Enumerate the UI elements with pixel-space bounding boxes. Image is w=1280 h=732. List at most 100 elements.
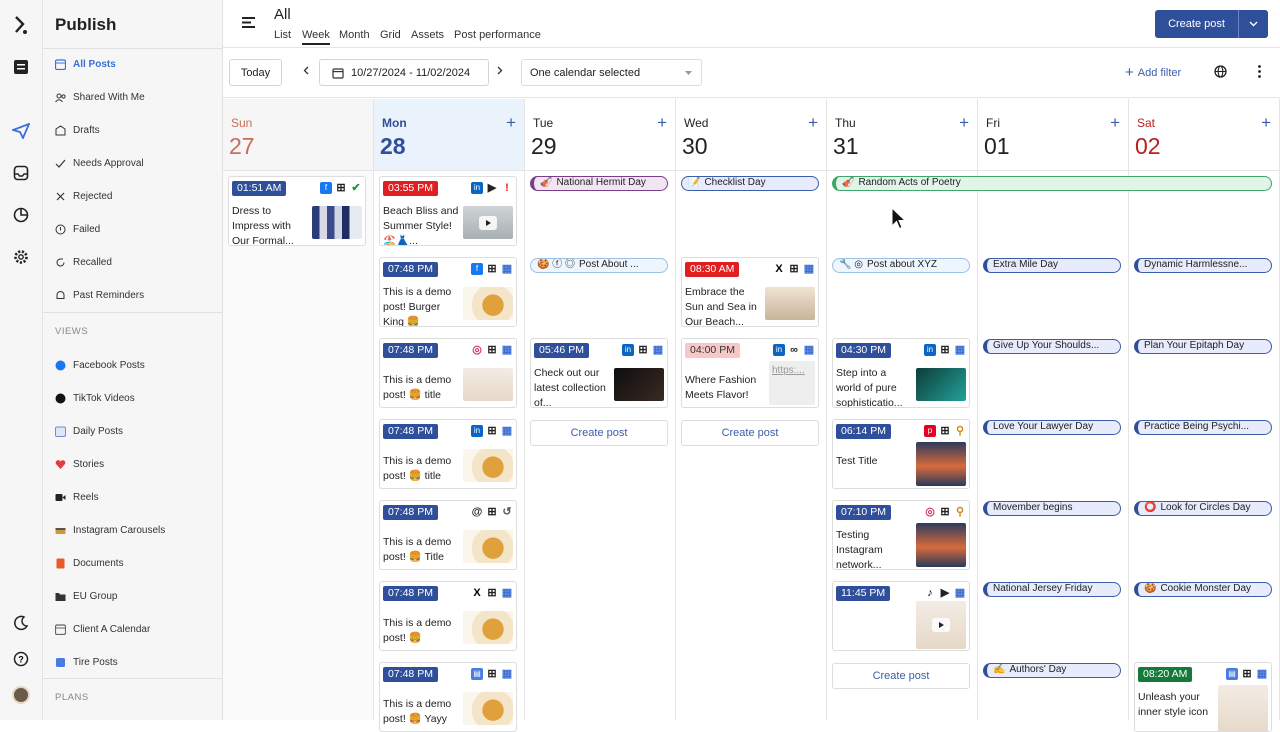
tab-month[interactable]: Month (339, 29, 370, 41)
add-post-icon[interactable]: + (506, 113, 516, 133)
create-post-button[interactable]: Create post (530, 420, 668, 446)
document-nav-icon[interactable] (10, 56, 32, 78)
post-card[interactable]: 07:48 PM ▤ ⊞ ▦ This is a demo post! 🍔 Yayy (379, 662, 517, 732)
post-time: 11:45 PM (836, 586, 891, 601)
more-options-icon[interactable] (1258, 65, 1261, 81)
date-range-picker[interactable]: 10/27/2024 - 11/02/2024 (319, 59, 489, 86)
settings-nav-icon[interactable] (10, 246, 32, 268)
post-card[interactable]: 04:30 PM in ⊞ ▦ Step into a world of pure so… (832, 338, 970, 408)
sidebar-item-drafts[interactable]: Drafts (55, 120, 215, 140)
day-column-wed[interactable]: Wed 30 + (676, 99, 827, 720)
create-post-menu-button[interactable] (1238, 10, 1268, 38)
event-pill[interactable]: Give Up Your Shoulds... (983, 339, 1121, 354)
event-label: Look for Circles Day (1160, 502, 1251, 513)
menu-icon[interactable] (242, 17, 255, 31)
event-pill[interactable]: 🔧 ◎ Post about XYZ (832, 258, 970, 273)
logo-icon[interactable] (10, 14, 32, 36)
create-post-button[interactable]: Create post (832, 663, 970, 689)
day-column-tue[interactable]: Tue 29 + (525, 99, 676, 720)
add-post-icon[interactable]: + (959, 113, 969, 133)
today-button[interactable]: Today (229, 59, 282, 86)
post-card[interactable]: 04:00 PM in ∞ ▦ Where Fashion Meets Flavor! h… (681, 338, 819, 408)
event-pill[interactable]: Extra Mile Day (983, 258, 1121, 273)
post-card[interactable]: 07:48 PM f ⊞ ▦ This is a demo post! Burger K… (379, 257, 517, 327)
reels-icon (55, 492, 66, 503)
dark-mode-icon[interactable] (10, 612, 32, 634)
event-pill[interactable]: National Jersey Friday (983, 582, 1121, 597)
event-pill[interactable]: ✍️ Authors' Day (983, 663, 1121, 678)
post-card[interactable]: 01:51 AM f ⊞ ✔ Dress to Impress with Our For… (228, 176, 366, 246)
event-pill[interactable]: Plan Your Epitaph Day (1134, 339, 1272, 354)
view-item-tiktok-videos[interactable]: TikTok Videos (55, 388, 215, 408)
sidebar-item-recalled[interactable]: Recalled (55, 252, 215, 272)
post-card[interactable]: 08:30 AM X ⊞ ▦ Embrace the Sun and Sea in Ou… (681, 257, 819, 327)
post-card[interactable]: 07:10 PM ◎ ⊞ ⚲ Testing Instagram network... (832, 500, 970, 570)
analytics-nav-icon[interactable] (10, 204, 32, 226)
view-item-documents[interactable]: Documents (55, 553, 215, 573)
approval-stamp-icon: ⚲ (955, 425, 965, 437)
post-card[interactable]: 07:48 PM in ⊞ ▦ This is a demo post! 🍔 title (379, 419, 517, 489)
view-item-daily-posts[interactable]: Daily Posts (55, 421, 215, 441)
post-card[interactable]: 06:14 PM p ⊞ ⚲ Test Title (832, 419, 970, 489)
day-name: Wed (684, 116, 709, 130)
calendar-select[interactable]: One calendar selected (521, 59, 702, 86)
help-icon[interactable]: ? (10, 648, 32, 670)
event-pill[interactable]: 📝 Checklist Day (681, 176, 819, 191)
view-item-tire-posts[interactable]: Tire Posts (55, 652, 215, 672)
tab-grid[interactable]: Grid (380, 29, 401, 41)
tab-week[interactable]: Week (302, 29, 330, 45)
event-pill[interactable]: 🍪 Cookie Monster Day (1134, 582, 1272, 597)
post-card[interactable]: 07:48 PM X ⊞ ▦ This is a demo post! 🍔 (379, 581, 517, 651)
post-card[interactable]: 08:20 AM ▤ ⊞ ▦ Unleash your inner style icon (1134, 662, 1272, 732)
event-pill[interactable]: Love Your Lawyer Day (983, 420, 1121, 435)
post-text: This is a demo post! 🍔 title (383, 374, 452, 401)
avatar[interactable] (10, 684, 32, 706)
event-pill[interactable]: Movember begins (983, 501, 1121, 516)
tab-list[interactable]: List (274, 29, 291, 41)
add-post-icon[interactable]: + (1110, 113, 1120, 133)
event-icon: 🔧 ◎ (839, 259, 863, 270)
post-card[interactable]: 07:48 PM @ ⊞ ↺ This is a demo post! 🍔 Title (379, 500, 517, 570)
view-item-label: Tire Posts (73, 656, 118, 668)
view-item-eu-group[interactable]: EU Group (55, 586, 215, 606)
inbox-nav-icon[interactable] (10, 162, 32, 184)
view-item-stories[interactable]: Stories (55, 454, 215, 474)
event-pill[interactable]: ⭕ Look for Circles Day (1134, 501, 1272, 516)
post-card[interactable]: 11:45 PM ♪ ▶ ▦ (832, 581, 970, 651)
day-column-sat[interactable]: Sat 02 + (1129, 99, 1280, 720)
add-filter-button[interactable]: + Add filter (1125, 64, 1181, 81)
post-card[interactable]: 07:48 PM ◎ ⊞ ▦ This is a demo post! 🍔 title (379, 338, 517, 408)
event-pill[interactable]: 🎻 Random Acts of Poetry (832, 176, 1272, 191)
sidebar-item-rejected[interactable]: Rejected (55, 186, 215, 206)
event-pill[interactable]: Dynamic Harmlessne... (1134, 258, 1272, 273)
view-item-instagram-carousels[interactable]: Instagram Carousels (55, 520, 215, 540)
globe-icon[interactable] (1214, 65, 1227, 81)
prev-week-icon[interactable] (303, 66, 309, 78)
sidebar-item-past-reminders[interactable]: Past Reminders (55, 285, 215, 305)
failed-icon (55, 224, 66, 235)
add-post-icon[interactable]: + (657, 113, 667, 133)
sidebar-item-shared-with-me[interactable]: Shared With Me (55, 87, 215, 107)
event-pill[interactable]: 🎻 National Hermit Day (530, 176, 668, 191)
event-pill[interactable]: Practice Being Psychi... (1134, 420, 1272, 435)
page-title: All (274, 6, 291, 23)
send-nav-icon[interactable] (10, 120, 32, 142)
create-post-button[interactable]: Create post (681, 420, 819, 446)
post-card[interactable]: 03:55 PM in ▶! Beach Bliss and Summer Style… (379, 176, 517, 246)
sidebar-item-failed[interactable]: Failed (55, 219, 215, 239)
add-post-icon[interactable]: + (1261, 113, 1271, 133)
event-pill[interactable]: 🍪 ⓕ ◎ Post About ... (530, 258, 668, 273)
view-item-reels[interactable]: Reels (55, 487, 215, 507)
next-week-icon[interactable] (497, 66, 503, 78)
sidebar-item-needs-approval[interactable]: Needs Approval (55, 153, 215, 173)
view-item-facebook-posts[interactable]: Facebook Posts (55, 355, 215, 375)
add-post-icon[interactable]: + (808, 113, 818, 133)
tab-post-performance[interactable]: Post performance (454, 29, 541, 41)
view-item-client-a-calendar[interactable]: Client A Calendar (55, 619, 215, 639)
sidebar-item-all-posts[interactable]: All Posts (55, 54, 215, 74)
create-post-button[interactable]: Create post (1155, 10, 1238, 38)
day-column-fri[interactable]: Fri 01 + (978, 99, 1129, 720)
post-time: 08:20 AM (1138, 667, 1193, 682)
post-card[interactable]: 05:46 PM in ⊞ ▦ Check out our latest collect… (530, 338, 668, 408)
tab-assets[interactable]: Assets (411, 29, 444, 41)
